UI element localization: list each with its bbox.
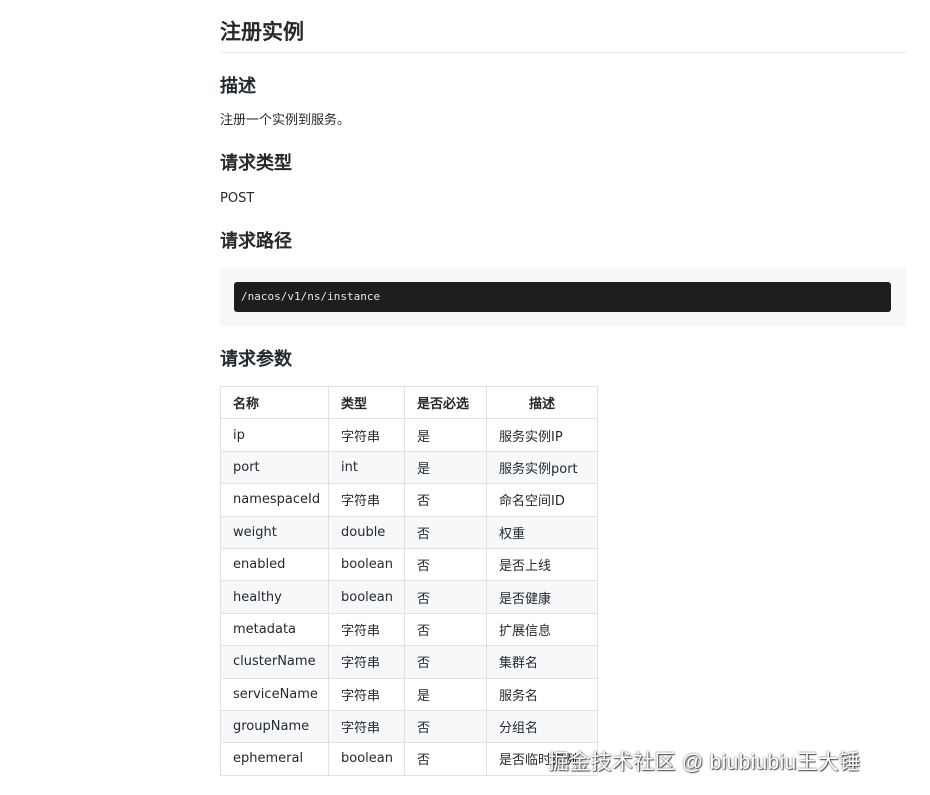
param-type-cell: 字符串	[328, 612, 405, 647]
col-header-type: 类型	[328, 385, 405, 420]
table-row: healthy boolean 否是否健康	[220, 580, 598, 614]
param-type-cell: boolean	[328, 742, 405, 776]
table-row: metadata 字符串否扩展信息	[220, 612, 598, 647]
section-heading-request-type: 请求类型	[220, 153, 292, 174]
param-required-cell: 否	[404, 709, 487, 744]
table-row: weight double 否权重	[220, 515, 598, 549]
param-description-cell: 分组名	[486, 709, 598, 744]
param-name-cell: ephemeral	[220, 742, 329, 776]
param-type-cell: boolean	[328, 580, 405, 614]
param-name-cell: enabled	[220, 547, 329, 582]
param-required-cell: 否	[404, 483, 487, 517]
param-description-cell: 是否上线	[486, 547, 598, 582]
param-type-cell: double	[328, 515, 405, 549]
param-description-cell: 权重	[486, 515, 598, 549]
col-header-required: 是否必选	[404, 385, 487, 420]
param-required-cell: 是	[404, 677, 487, 711]
table-row: ip 字符串是服务实例IP	[220, 418, 598, 452]
param-name-cell: metadata	[220, 612, 329, 647]
doc-content: 注册实例 描述 注册一个实例到服务。 请求类型 POST 请求路径 /nacos…	[220, 0, 906, 776]
table-row: serviceName 字符串是服务名	[220, 677, 598, 711]
code-block-container: /nacos/v1/ns/instance	[220, 268, 906, 326]
watermark: 掘金技术社区 @ biubiubiu王大锤	[548, 751, 861, 774]
param-name-cell: healthy	[220, 580, 329, 614]
table-header-row: 名称 类型 是否必选 描述	[220, 385, 598, 420]
params-table-body: ip 字符串是服务实例IP port int 是服务实例port namespaceId 字…	[220, 418, 598, 776]
col-header-description: 描述	[486, 385, 598, 420]
param-required-cell: 否	[404, 547, 487, 582]
param-required-cell: 否	[404, 612, 487, 647]
param-required-cell: 是	[404, 418, 487, 452]
params-table: 名称 类型 是否必选 描述 ip 字符串是服务实例IP port int 是服务实例po…	[220, 385, 598, 776]
description-text: 注册一个实例到服务。	[220, 113, 351, 128]
param-type-cell: int	[328, 450, 405, 485]
param-type-cell: 字符串	[328, 418, 405, 452]
param-type-cell: 字符串	[328, 709, 405, 744]
request-path-code[interactable]: /nacos/v1/ns/instance	[234, 282, 891, 312]
section-heading-description: 描述	[220, 76, 256, 97]
page-title: 注册实例	[220, 0, 906, 53]
param-name-cell: serviceName	[220, 677, 329, 711]
col-header-name: 名称	[220, 385, 329, 420]
param-name-cell: ip	[220, 418, 329, 452]
table-row: port int 是服务实例port	[220, 450, 598, 485]
param-type-cell: 字符串	[328, 645, 405, 679]
param-description-cell: 命名空间ID	[486, 483, 598, 517]
param-type-cell: 字符串	[328, 483, 405, 517]
param-required-cell: 否	[404, 580, 487, 614]
param-name-cell: groupName	[220, 709, 329, 744]
param-type-cell: boolean	[328, 547, 405, 582]
param-name-cell: namespaceId	[220, 483, 329, 517]
param-description-cell: 服务实例IP	[486, 418, 598, 452]
param-description-cell: 服务实例port	[486, 450, 598, 485]
param-required-cell: 否	[404, 742, 487, 776]
param-name-cell: port	[220, 450, 329, 485]
table-row: namespaceId 字符串否命名空间ID	[220, 483, 598, 517]
param-description-cell: 扩展信息	[486, 612, 598, 647]
request-type-text: POST	[220, 191, 255, 206]
param-type-cell: 字符串	[328, 677, 405, 711]
table-row: enabled boolean 否是否上线	[220, 547, 598, 582]
param-required-cell: 是	[404, 450, 487, 485]
param-required-cell: 否	[404, 515, 487, 549]
table-row: groupName 字符串否分组名	[220, 709, 598, 744]
param-name-cell: weight	[220, 515, 329, 549]
param-description-cell: 集群名	[486, 645, 598, 679]
page: 注册实例 描述 注册一个实例到服务。 请求类型 POST 请求路径 /nacos…	[0, 0, 930, 795]
table-row: ephemeral boolean 否是否临时实例	[220, 742, 598, 776]
section-heading-request-params: 请求参数	[220, 349, 292, 370]
param-required-cell: 否	[404, 645, 487, 679]
param-name-cell: clusterName	[220, 645, 329, 679]
table-row: clusterName 字符串否集群名	[220, 645, 598, 679]
param-description-cell: 服务名	[486, 677, 598, 711]
section-heading-request-path: 请求路径	[220, 231, 292, 252]
param-description-cell: 是否健康	[486, 580, 598, 614]
